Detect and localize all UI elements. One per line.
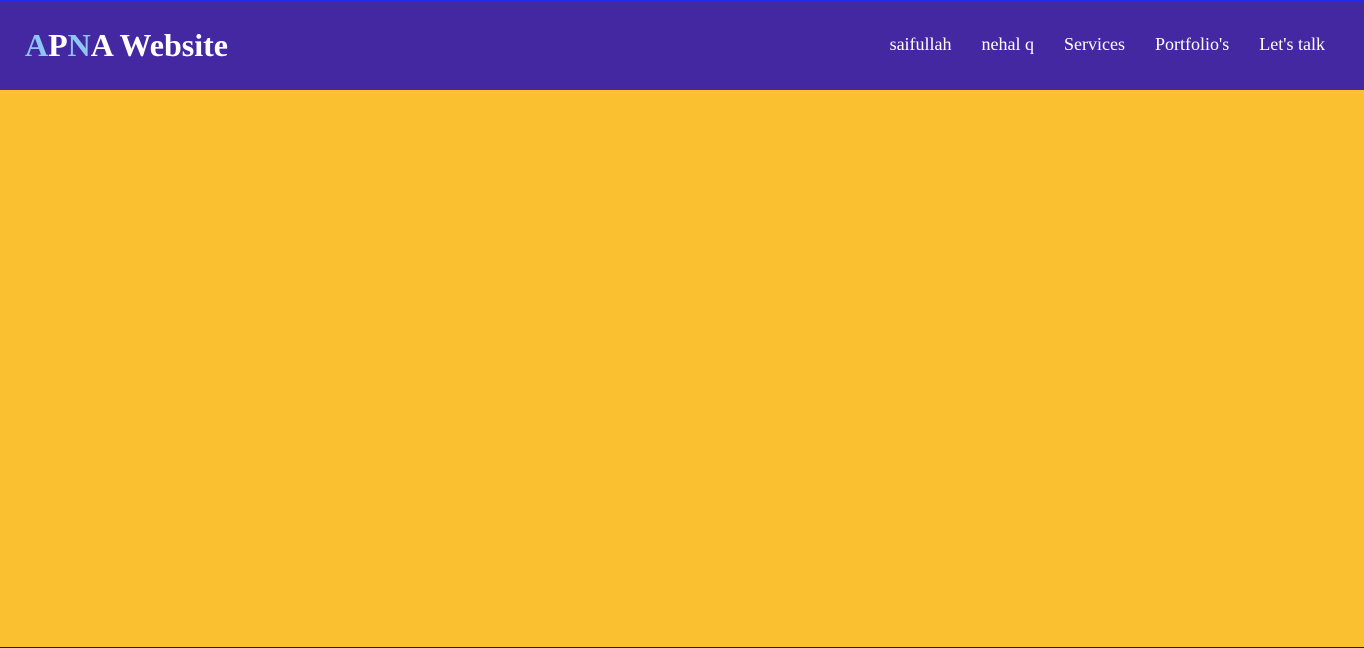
nav-link-services[interactable]: Services — [1064, 34, 1125, 55]
logo-rest-text: A Website — [90, 26, 228, 63]
nav-link-nehal-q[interactable]: nehal q — [982, 34, 1034, 55]
site-logo[interactable]: APNA Website — [25, 27, 228, 64]
logo-letter-p: P — [48, 26, 68, 63]
nav-link-portfolios[interactable]: Portfolio's — [1155, 34, 1229, 55]
logo-letter-a: A — [25, 26, 49, 63]
nav-menu: saifullah nehal q Services Portfolio's L… — [860, 34, 1325, 55]
nav-link-lets-talk[interactable]: Let's talk — [1259, 34, 1325, 55]
main-content-area — [0, 90, 1364, 647]
logo-letter-n: N — [67, 26, 91, 63]
nav-link-saifullah[interactable]: saifullah — [890, 34, 952, 55]
navbar: APNA Website saifullah nehal q Services … — [0, 2, 1364, 90]
